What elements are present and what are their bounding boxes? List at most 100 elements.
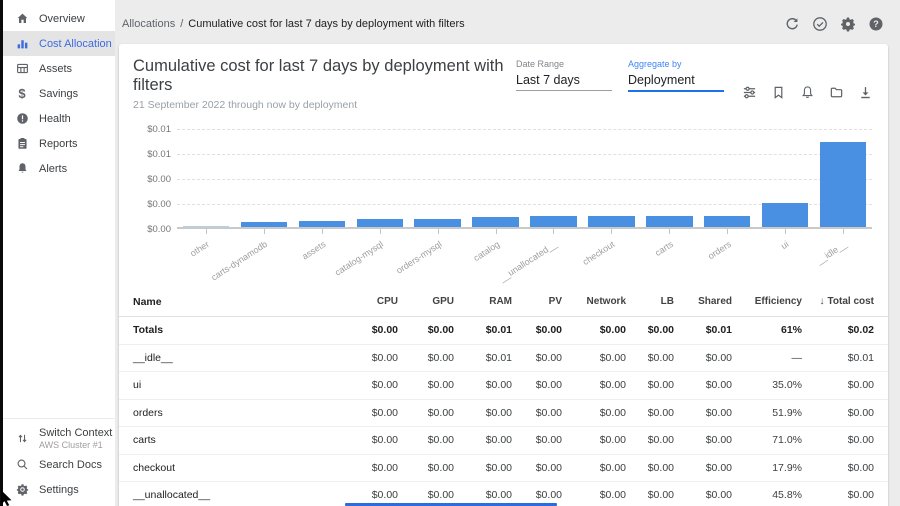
row-value-cell: $0.00 (398, 462, 454, 474)
chart-bar-slot: carts-dynamodb (235, 127, 293, 227)
column-header-lb[interactable]: LB (626, 296, 674, 307)
bar-orders-mysql[interactable] (414, 219, 460, 227)
breadcrumb-allocations-link[interactable]: Allocations (122, 18, 175, 30)
sidebar-item-health[interactable]: Health (3, 106, 115, 131)
row-value-cell: $0.00 (342, 489, 398, 501)
bookmark-icon[interactable] (769, 83, 787, 101)
swap-arrows-icon (15, 432, 29, 446)
row-value-cell: $0.00 (398, 407, 454, 419)
card-header: Cumulative cost for last 7 days by deplo… (119, 44, 888, 111)
row-value-cell: $0.00 (562, 489, 626, 501)
bar-ui[interactable] (762, 203, 808, 227)
sidebar-item-overview[interactable]: Overview (3, 6, 115, 31)
row-value-cell: 35.0% (732, 379, 802, 391)
row-value-cell: $0.00 (454, 489, 512, 501)
column-header-total-cost[interactable]: ↓Total cost (802, 296, 874, 307)
row-value-cell: $0.00 (626, 489, 674, 501)
row-value-cell: $0.00 (802, 379, 874, 391)
breadcrumb-current-page: Cumulative cost for last 7 days by deplo… (188, 18, 464, 30)
sidebar-item-alerts[interactable]: Alerts (3, 156, 115, 181)
filters-icon[interactable] (740, 83, 758, 101)
bar-__idle__[interactable] (820, 142, 866, 227)
x-axis-tick-label: catalog-mysql (333, 239, 385, 278)
row-value-cell: $0.00 (512, 324, 562, 336)
table-header-row: NameCPUGPURAMPVNetworkLBSharedEfficiency… (119, 287, 888, 317)
page-subtitle: 21 September 2022 through now by deploym… (133, 99, 516, 111)
row-value-cell: $0.00 (342, 407, 398, 419)
row-value-cell: $0.00 (512, 379, 562, 391)
bar-checkout[interactable] (588, 216, 634, 227)
date-range-field: Date Range Last 7 days (516, 57, 612, 111)
y-axis-tick-label: $0.00 (131, 174, 171, 185)
aggregate-by-field: Aggregate by Deployment (628, 57, 724, 111)
x-axis-tick-label: __idle__ (815, 239, 849, 266)
topbar-actions: ? (782, 14, 886, 34)
y-axis-tick-label: $0.01 (131, 124, 171, 135)
aggregate-by-select[interactable]: Deployment (628, 69, 724, 92)
breadcrumb: Allocations/Cumulative cost for last 7 d… (122, 18, 465, 30)
column-header-network[interactable]: Network (562, 296, 626, 307)
sidebar-item-savings[interactable]: $ Savings (3, 81, 115, 106)
row-value-cell: $0.00 (626, 462, 674, 474)
row-value-cell: $0.00 (674, 462, 732, 474)
switch-context-label: Switch Context (39, 427, 112, 439)
table-row-__idle__[interactable]: __idle__$0.00$0.00$0.01$0.00$0.00$0.00$0… (119, 345, 888, 373)
column-header-efficiency[interactable]: Efficiency (732, 296, 802, 307)
bar-assets[interactable] (299, 221, 345, 227)
sidebar-item-assets[interactable]: Assets (3, 56, 115, 81)
download-icon[interactable] (856, 83, 874, 101)
column-header-pv[interactable]: PV (512, 296, 562, 307)
sidebar-item-cost-allocation[interactable]: Cost Allocation (3, 31, 115, 56)
table-row-Totals[interactable]: Totals$0.00$0.00$0.01$0.00$0.00$0.00$0.0… (119, 317, 888, 345)
table-row-ui[interactable]: ui$0.00$0.00$0.00$0.00$0.00$0.00$0.0035.… (119, 372, 888, 400)
settings-button[interactable]: Settings (3, 477, 115, 502)
table-row-orders[interactable]: orders$0.00$0.00$0.00$0.00$0.00$0.00$0.0… (119, 400, 888, 428)
row-value-cell: $0.00 (674, 489, 732, 501)
report-card: Cumulative cost for last 7 days by deplo… (119, 44, 888, 506)
bar-carts[interactable] (646, 216, 692, 227)
column-header-shared[interactable]: Shared (674, 296, 732, 307)
chart-bar-slot: orders (698, 127, 756, 227)
row-value-cell: $0.00 (562, 352, 626, 364)
sidebar-item-label: Savings (39, 88, 78, 100)
search-docs-button[interactable]: Search Docs (3, 452, 115, 477)
x-axis-tick-label: carts (653, 239, 675, 258)
check-circle-icon[interactable] (810, 14, 830, 34)
x-axis-tick-label: other (189, 239, 212, 259)
x-axis-tick-label: assets (300, 239, 327, 262)
bar-orders[interactable] (704, 216, 750, 227)
row-value-cell: $0.00 (398, 324, 454, 336)
chart-bar-slot: __unallocated__ (525, 127, 583, 227)
switch-context-button[interactable]: Switch Context AWS Cluster #1 (3, 425, 115, 452)
bell-icon[interactable] (798, 83, 816, 101)
column-header-ram[interactable]: RAM (454, 296, 512, 307)
chart-bar-slot: catalog-mysql (351, 127, 409, 227)
refresh-icon[interactable] (782, 14, 802, 34)
row-value-cell: $0.01 (454, 352, 512, 364)
row-value-cell: $0.01 (454, 324, 512, 336)
column-header-gpu[interactable]: GPU (398, 296, 454, 307)
cost-bar-chart: $0.01$0.01$0.00$0.00$0.00othercarts-dyna… (133, 123, 874, 271)
aggregate-by-label: Aggregate by (628, 59, 724, 69)
row-value-cell: $0.00 (398, 379, 454, 391)
bar-other[interactable] (183, 226, 229, 227)
row-value-cell: $0.00 (454, 462, 512, 474)
bar-catalog-mysql[interactable] (357, 219, 403, 227)
bar-catalog[interactable] (472, 217, 518, 227)
chart-bar-slot: orders-mysql (409, 127, 467, 227)
row-value-cell: $0.00 (626, 379, 674, 391)
chart-bars: othercarts-dynamodbassetscatalog-mysqlor… (177, 127, 872, 227)
sidebar-item-reports[interactable]: Reports (3, 131, 115, 156)
bar-carts-dynamodb[interactable] (241, 222, 287, 227)
svg-text:?: ? (873, 19, 879, 29)
date-range-select[interactable]: Last 7 days (516, 69, 612, 91)
help-icon[interactable]: ? (866, 14, 886, 34)
folder-icon[interactable] (827, 83, 845, 101)
column-header-cpu[interactable]: CPU (342, 296, 398, 307)
column-header-name[interactable]: Name (133, 296, 342, 308)
table-row-carts[interactable]: carts$0.00$0.00$0.00$0.00$0.00$0.00$0.00… (119, 427, 888, 455)
table-row-checkout[interactable]: checkout$0.00$0.00$0.00$0.00$0.00$0.00$0… (119, 455, 888, 483)
bar-__unallocated__[interactable] (530, 216, 576, 227)
row-value-cell: $0.00 (562, 324, 626, 336)
gear-icon[interactable] (838, 14, 858, 34)
